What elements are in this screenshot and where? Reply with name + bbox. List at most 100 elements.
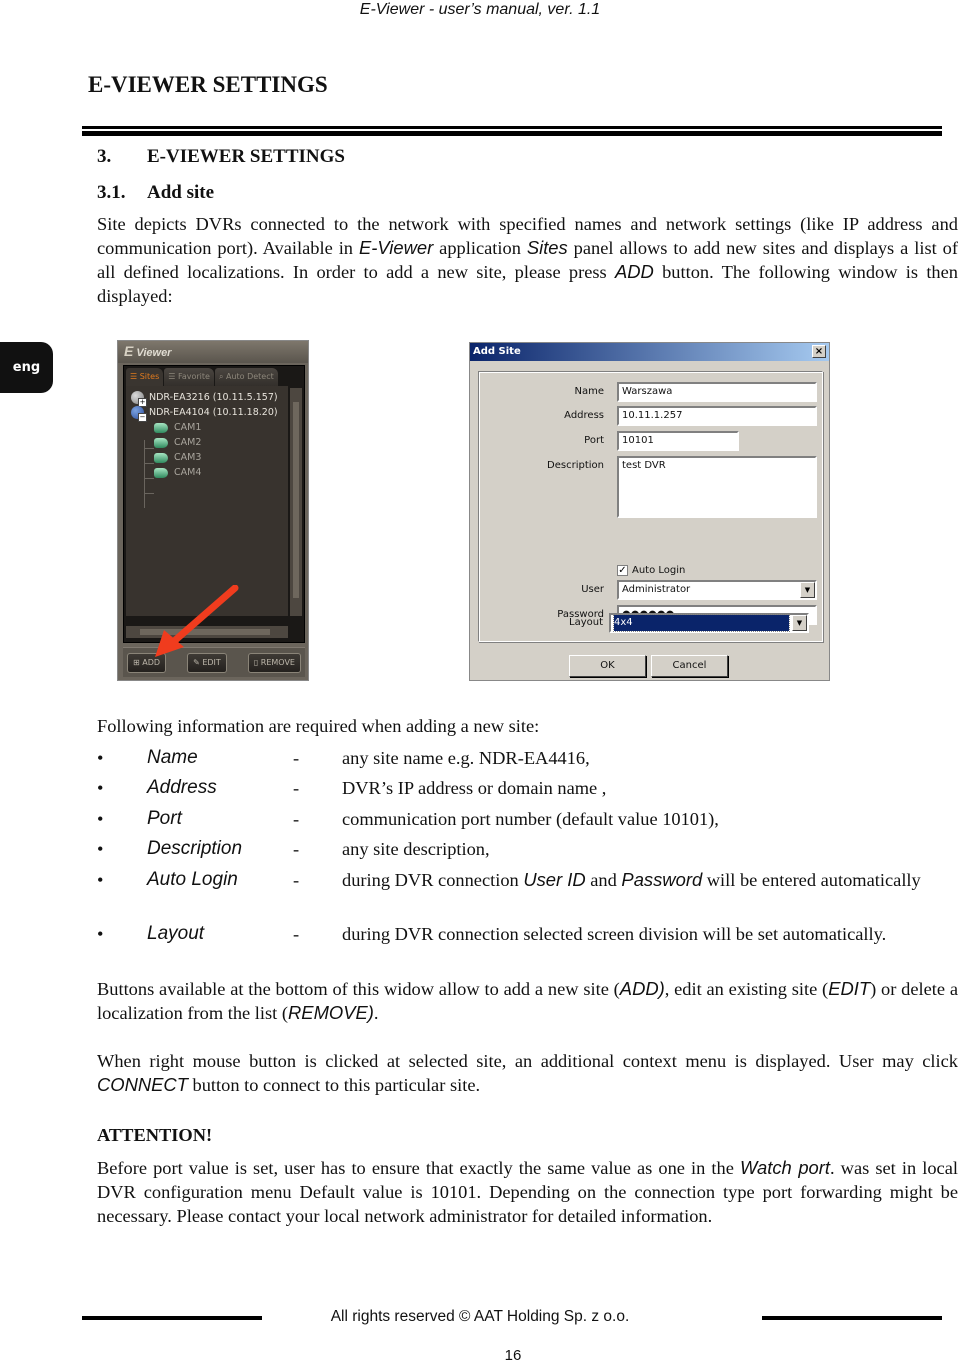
header-rule-thin <box>82 126 942 129</box>
subsection-number: 3.1. <box>97 182 126 203</box>
camera-icon <box>154 467 168 478</box>
buttons-paragraph: Buttons available at the bottom of this … <box>97 978 959 1023</box>
chevron-down-icon[interactable]: ▼ <box>792 615 807 631</box>
list-term: Auto Login <box>147 869 238 890</box>
address-label: Address <box>564 410 604 421</box>
add-site-dialog: Add Site × Name Warszawa Address 10.11.1… <box>469 342 830 681</box>
bullet-icon: • <box>97 924 104 944</box>
requirements-intro: Following information are required when … <box>97 716 540 736</box>
panel-tabs: ☰ Sites ☰ Favorite ⌕ Auto Detect <box>126 368 278 386</box>
remove-button[interactable]: ▯ REMOVE <box>247 652 301 673</box>
trash-icon: ▯ <box>253 657 261 667</box>
name-input[interactable]: Warszawa <box>617 382 817 402</box>
tree-item-camera[interactable]: CAM4 <box>154 467 201 478</box>
tree-connector <box>144 478 154 479</box>
list-item: • Port - communication port number (defa… <box>97 807 958 831</box>
name-label: Name <box>574 386 604 397</box>
user-select[interactable]: Administrator ▼ <box>617 580 817 600</box>
globe-icon: + <box>131 391 147 407</box>
globe-icon: − <box>131 406 147 422</box>
eviewer-titlebar: E Viewer <box>118 341 308 363</box>
list-item: • Description - any site description, <box>97 837 958 861</box>
list-description: DVR’s IP address or domain name , <box>342 778 607 798</box>
camera-icon <box>154 437 168 448</box>
list-term: Name <box>147 747 198 768</box>
tree-connector <box>144 463 154 464</box>
dialog-titlebar: Add Site <box>470 343 829 361</box>
language-tab: eng <box>0 342 53 393</box>
panel-name: Sites <box>526 237 568 258</box>
bullet-icon: • <box>97 778 104 798</box>
header-rule-thick <box>82 131 942 136</box>
list-description: during DVR connection User ID and Passwo… <box>342 869 921 890</box>
auto-login-checkbox[interactable]: ✓ Auto Login <box>617 565 685 576</box>
subsection-heading: 3.1. Add site <box>97 182 214 204</box>
checkmark-icon[interactable]: ✓ <box>617 565 628 576</box>
list-description: any site description, <box>342 839 490 859</box>
tree-connector <box>144 440 145 508</box>
tab-favorite[interactable]: ☰ Favorite <box>164 368 214 386</box>
site-tree: + NDR-EA3216 (10.11.5.157) − NDR-EA4104 … <box>126 386 288 616</box>
tree-connector <box>144 493 154 494</box>
list-icon: ☰ <box>168 372 178 381</box>
attention-paragraph: Before port value is set, user has to en… <box>97 1157 958 1226</box>
list-term: Address <box>147 777 217 798</box>
cancel-button[interactable]: Cancel <box>651 655 728 677</box>
list-term: Description <box>147 838 243 859</box>
annotation-arrow-icon <box>155 585 239 657</box>
port-input[interactable]: 10101 <box>617 431 739 451</box>
tree-item-site[interactable]: − NDR-EA4104 (10.11.18.20) <box>131 406 278 422</box>
layout-select[interactable]: 4x4 ▼ <box>609 613 809 633</box>
list-item: • Auto Login - during DVR connection Use… <box>97 868 958 916</box>
list-description: communication port number (default value… <box>342 809 719 829</box>
layout-label: Layout <box>569 617 603 628</box>
list-term: Port <box>147 808 182 829</box>
bullet-icon: • <box>97 809 104 829</box>
vertical-scrollbar[interactable] <box>290 388 302 616</box>
description-textarea[interactable]: test DVR <box>617 456 817 518</box>
camera-icon <box>154 452 168 463</box>
camera-icon <box>154 422 168 433</box>
address-input[interactable]: 10.11.1.257 <box>617 406 817 426</box>
tab-auto-detect[interactable]: ⌕ Auto Detect <box>214 368 278 386</box>
tab-sites[interactable]: ☰ Sites <box>126 368 164 386</box>
description-label: Description <box>547 460 604 471</box>
port-label: Port <box>584 435 604 446</box>
chapter-title: E-VIEWER SETTINGS <box>88 72 328 97</box>
tree-item-site[interactable]: + NDR-EA3216 (10.11.5.157) <box>131 391 278 407</box>
list-description: any site name e.g. NDR-EA4416, <box>342 748 590 768</box>
eviewer-logo-letter: E <box>124 343 134 359</box>
bullet-icon: • <box>97 839 104 859</box>
list-item: • Layout - during DVR connection selecte… <box>97 922 958 946</box>
footer-copyright: All rights reserved © AAT Holding Sp. z … <box>330 1308 630 1325</box>
scroll-thumb[interactable] <box>293 402 299 598</box>
section-title: E-VIEWER SETTINGS <box>147 146 345 167</box>
dialog-fields-group: Name Warszawa Address 10.11.1.257 Port 1… <box>478 371 823 642</box>
page-number: 16 <box>504 1347 522 1364</box>
search-list-icon: ⌕ <box>218 372 226 381</box>
tree-item-camera[interactable]: CAM3 <box>154 452 201 463</box>
tree-connector <box>144 448 154 449</box>
arrow-shaft <box>168 585 239 647</box>
attention-heading: ATTENTION! <box>97 1125 213 1145</box>
eviewer-title: Viewer <box>136 347 172 359</box>
add-button-ref: ADD <box>614 261 654 282</box>
list-icon: ☰ <box>130 372 140 381</box>
bullet-icon: • <box>97 748 104 768</box>
tree-item-camera[interactable]: CAM1 <box>154 422 201 433</box>
close-button[interactable]: × <box>812 345 826 358</box>
list-item: • Address - DVR’s IP address or domain n… <box>97 776 958 800</box>
list-description: during DVR connection selected screen di… <box>342 924 887 944</box>
running-header: E-Viewer - user’s manual, ver. 1.1 <box>359 1 601 18</box>
collapse-icon[interactable]: − <box>138 413 147 422</box>
context-menu-paragraph: When right mouse button is clicked at se… <box>97 1051 958 1095</box>
ok-button[interactable]: OK <box>569 655 646 677</box>
tree-item-camera[interactable]: CAM2 <box>154 437 201 448</box>
list-term: Layout <box>147 923 205 944</box>
subsection-title: Add site <box>147 182 215 203</box>
section-number: 3. <box>97 146 112 167</box>
add-site-icon: ⊞ <box>133 657 143 667</box>
section-heading: 3. E-VIEWER SETTINGS <box>97 146 345 168</box>
user-label: User <box>581 584 604 595</box>
chevron-down-icon[interactable]: ▼ <box>800 582 815 598</box>
